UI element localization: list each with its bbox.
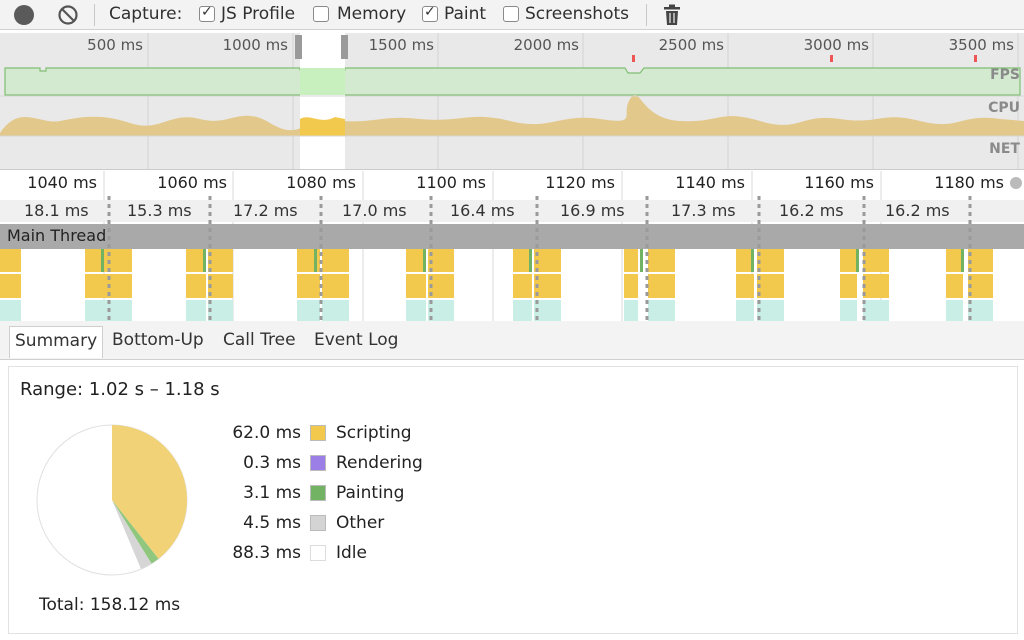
net-label: NET: [989, 141, 1020, 157]
tab-call-tree[interactable]: Call Tree: [218, 326, 301, 358]
trash-icon[interactable]: [662, 4, 682, 26]
overview-tick: 2500 ms: [658, 36, 724, 54]
summary-pie-chart: [36, 424, 188, 576]
legend-idle: 88.3 ms Idle: [209, 541, 367, 565]
timeline-overview[interactable]: 500 ms 1000 ms 1500 ms 2000 ms 2500 ms 3…: [0, 33, 1024, 170]
js-profile-label[interactable]: JS Profile: [221, 4, 295, 24]
flame-tick: 1160 ms: [804, 173, 874, 192]
screenshots-label[interactable]: Screenshots: [525, 4, 629, 24]
flame-tick: 1180 ms: [934, 173, 1004, 192]
toolbar: Capture: ✓ JS Profile Memory ✓ Paint Scr…: [0, 0, 1024, 30]
legend-value: 88.3 ms: [232, 543, 301, 563]
legend-label: Painting: [336, 483, 405, 503]
clear-icon[interactable]: [57, 4, 79, 26]
legend-label: Other: [336, 513, 385, 533]
legend-value: 62.0 ms: [232, 423, 301, 443]
legend-other: 4.5 ms Other: [209, 511, 384, 535]
flame-tick: 1120 ms: [545, 173, 615, 192]
overview-tick: 3500 ms: [948, 36, 1014, 54]
legend-label: Idle: [336, 543, 367, 563]
paint-checkbox[interactable]: ✓: [422, 4, 438, 22]
overview-tick: 1500 ms: [368, 36, 434, 54]
cpu-label: CPU: [988, 100, 1020, 116]
legend-value: 4.5 ms: [243, 513, 301, 533]
legend-value: 3.1 ms: [243, 483, 301, 503]
idle-swatch: [310, 545, 326, 561]
rendering-swatch: [310, 455, 326, 471]
checkmark-icon: ✓: [424, 4, 436, 20]
overview-tick: 3000 ms: [803, 36, 869, 54]
tab-bottom-up[interactable]: Bottom-Up: [107, 326, 209, 358]
painting-swatch: [310, 485, 326, 501]
legend-label: Rendering: [336, 453, 423, 473]
summary-panel: Range: 1.02 s – 1.18 s 62.0 ms Scripting…: [8, 366, 1018, 634]
legend-value: 0.3 ms: [243, 453, 301, 473]
legend-label: Scripting: [336, 423, 412, 443]
memory-label[interactable]: Memory: [337, 4, 406, 24]
legend-painting: 3.1 ms Painting: [209, 481, 404, 505]
flame-tick: 1080 ms: [286, 173, 356, 192]
legend-scripting: 62.0 ms Scripting: [209, 421, 412, 445]
other-swatch: [310, 515, 326, 531]
screenshots-checkbox[interactable]: [503, 6, 519, 22]
paint-label[interactable]: Paint: [444, 4, 486, 24]
flame-chart[interactable]: 1040 ms 1060 ms 1080 ms 1100 ms 1120 ms …: [0, 171, 1024, 321]
record-button[interactable]: [14, 5, 34, 25]
checkmark-icon: ✓: [201, 4, 213, 20]
overview-tick: 1000 ms: [222, 36, 288, 54]
range-text: Range: 1.02 s – 1.18 s: [20, 379, 220, 400]
overview-tick: 2000 ms: [513, 36, 579, 54]
toolbar-separator: [646, 4, 647, 26]
overview-tick: 500 ms: [87, 36, 143, 54]
toolbar-separator: [94, 4, 95, 26]
scripting-swatch: [310, 425, 326, 441]
details-tabbar: Summary Bottom-Up Call Tree Event Log: [0, 321, 1024, 360]
flame-tick: 1040 ms: [27, 173, 97, 192]
total-time: Total: 158.12 ms: [39, 595, 181, 615]
capture-label: Capture:: [109, 4, 183, 24]
legend-rendering: 0.3 ms Rendering: [209, 451, 423, 475]
flame-tick: 1140 ms: [675, 173, 745, 192]
memory-checkbox[interactable]: [313, 6, 329, 22]
flame-tick: 1060 ms: [157, 173, 227, 192]
tab-event-log[interactable]: Event Log: [309, 326, 403, 358]
js-profile-checkbox[interactable]: ✓: [199, 4, 215, 22]
frame-boundaries: [107, 196, 972, 321]
tab-summary[interactable]: Summary: [9, 326, 104, 358]
fps-label: FPS: [990, 67, 1020, 83]
flame-tick: 1100 ms: [416, 173, 486, 192]
